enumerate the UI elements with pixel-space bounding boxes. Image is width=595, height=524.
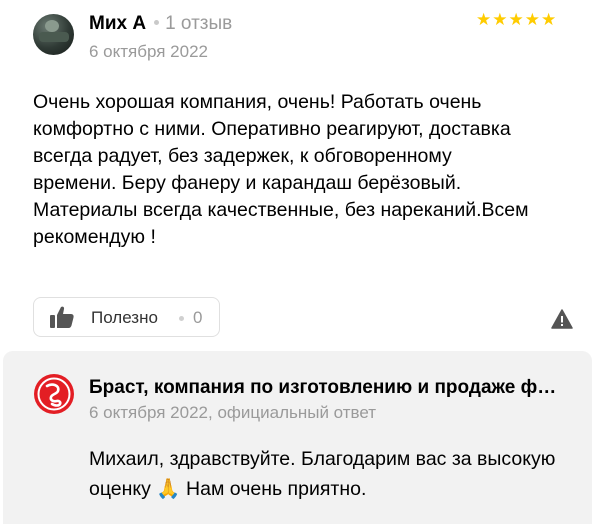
answer-text: Михаил, здравствуйте. Благодарим вас за … [89,448,556,500]
separator-dot [154,20,160,25]
org-name[interactable]: Браст, компания по изготовлению и продаж… [89,377,563,399]
review-text: Очень хорошая компания, очень! Работать … [33,91,529,248]
useful-button[interactable]: Полезно 0 [33,297,220,337]
useful-count: 0 [193,308,203,327]
author-review-count: 1 отзыв [165,13,233,34]
author-name[interactable]: Мих А [89,13,146,35]
star-icon: ★ [492,10,508,29]
review-date: 6 октября 2022 [89,42,208,61]
author-avatar[interactable] [33,14,74,55]
useful-label: Полезно [91,308,158,327]
warning-icon[interactable] [551,309,573,329]
star-icon: ★ [476,10,492,29]
thumbs-up-icon [50,306,74,328]
official-answer: Браст, компания по изготовлению и продаж… [3,351,592,524]
rating-stars: ★ ★ ★ ★ ★ [476,10,556,30]
author-row: Мих А 1 отзыв [89,13,232,37]
company-logo-icon[interactable] [33,373,75,415]
star-icon: ★ [508,10,524,29]
review-card: Мих А 1 отзыв 6 октября 2022 ★ ★ ★ ★ ★ О… [0,0,595,345]
separator-dot [179,316,184,321]
star-icon: ★ [541,10,557,29]
answer-meta: 6 октября 2022, официальный ответ [89,403,377,422]
star-icon: ★ [524,10,540,29]
